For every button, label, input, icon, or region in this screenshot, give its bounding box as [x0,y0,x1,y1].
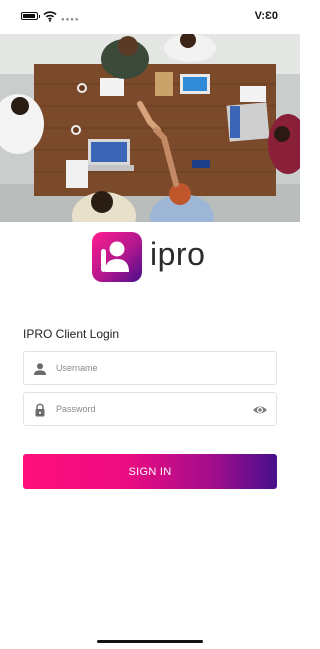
status-time: V:Ɛ0 [254,10,278,22]
password-field[interactable] [23,392,277,426]
person-icon [34,363,46,375]
username-field[interactable] [23,351,277,385]
password-input[interactable] [56,393,246,425]
home-indicator[interactable] [97,640,203,643]
sign-in-button[interactable]: SIGN IN [23,454,277,489]
battery-icon [21,12,40,20]
user-badge-icon [92,232,142,282]
hero-photo [0,34,300,222]
wifi-icon [43,11,57,22]
eye-icon[interactable] [252,403,268,417]
logo-text: ipro [150,236,206,272]
username-input[interactable] [56,352,246,384]
status-bar: ●●●● V:Ɛ0 [0,0,300,34]
login-title: IPRO Client Login [23,327,120,341]
ipro-logo: ipro [92,232,222,284]
signal-icon: ●●●● [61,17,80,23]
lock-icon [35,403,45,417]
